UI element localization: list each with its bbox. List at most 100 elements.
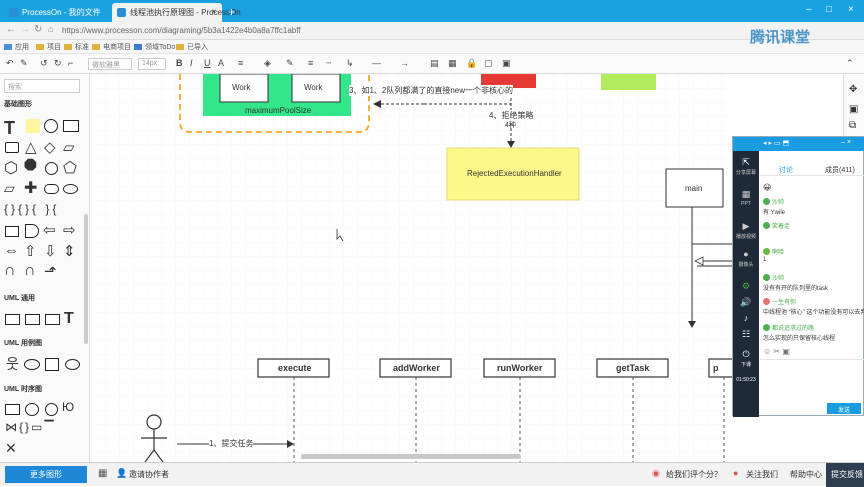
palette-scrollbar[interactable]	[84, 214, 88, 344]
delay-shape[interactable]	[25, 224, 39, 238]
note-shape[interactable]	[26, 119, 40, 133]
section-uml-sequence[interactable]: UML 时序图	[4, 384, 42, 394]
align-icon[interactable]: ≡	[238, 58, 243, 68]
section-basic-shapes[interactable]: 基础图形	[4, 99, 32, 109]
close-icon[interactable]: ×	[211, 7, 216, 16]
home-icon[interactable]: ⌂	[48, 24, 53, 34]
card-shape[interactable]	[5, 226, 19, 237]
control-shape[interactable]	[25, 403, 39, 416]
fill-color-icon[interactable]: ◈	[264, 58, 271, 69]
shape-search-input[interactable]: 搜索	[4, 79, 80, 93]
parallelogram-shape[interactable]: ▱	[63, 138, 75, 156]
line-width-icon[interactable]: ≡	[308, 58, 313, 68]
line-style-icon[interactable]: ┄	[326, 58, 331, 69]
tab-members[interactable]: 成员(411)	[825, 165, 855, 175]
music-icon[interactable]: ♪	[733, 313, 759, 323]
arrange-icon[interactable]: ▤	[430, 58, 439, 69]
share-screen-icon[interactable]: ⇱	[733, 157, 759, 168]
brace-shapes[interactable]: {}{}{ }{	[4, 202, 59, 216]
boundary-shape[interactable]: Ю	[62, 400, 74, 414]
triangle-shape[interactable]: △	[25, 138, 37, 156]
underline-button[interactable]: U	[204, 58, 211, 68]
nav-icons[interactable]: ◂ ▸ ▭ ⬒	[763, 139, 789, 147]
pentagon-shape[interactable]: ⬠	[63, 158, 77, 178]
window-close-icon[interactable]: ×	[848, 4, 854, 15]
reload-icon[interactable]: ↻	[34, 24, 42, 35]
italic-button[interactable]: I	[190, 58, 193, 68]
bookmark-folder[interactable]: 已导入	[176, 42, 208, 52]
history-icon[interactable]: ⧉	[849, 120, 856, 131]
oval-shape[interactable]	[63, 184, 78, 194]
follow-us-link[interactable]: 关注我们	[746, 469, 778, 480]
text-shape[interactable]: T	[4, 118, 15, 139]
tab-my-files[interactable]: ProcessOn - 我的文件	[4, 3, 109, 22]
layout-icon[interactable]: ▦	[98, 468, 107, 479]
invite-collaborator-link[interactable]: 邀请协作者	[129, 469, 169, 480]
uml-note-shape[interactable]	[45, 314, 60, 325]
font-family-select[interactable]: 微软雅黑	[88, 58, 132, 70]
bookmark-folder[interactable]: 电商项目	[92, 42, 131, 52]
chat-tools[interactable]: ☺ ✂ ▣	[763, 347, 790, 356]
navigator-icon[interactable]: ✥	[849, 84, 857, 95]
left-arrow-shape[interactable]: ⇦	[43, 221, 56, 239]
feedback-button[interactable]: 提交反馈	[826, 463, 864, 487]
cross-shape[interactable]: ✚	[24, 178, 37, 198]
forward-icon[interactable]: →	[20, 24, 30, 35]
uml-text-shape[interactable]: T	[64, 310, 74, 328]
undo-icon[interactable]: ↺	[40, 58, 48, 69]
collapse-icon[interactable]: ⌃	[846, 58, 854, 69]
bookmark-apps[interactable]: 应用	[4, 42, 29, 52]
corner-arrow-shape[interactable]: ⬏	[44, 262, 57, 280]
end-class-icon[interactable]: ⏻	[733, 349, 759, 360]
cloud-shape[interactable]	[44, 184, 59, 194]
bookmark-folder[interactable]: 项目	[36, 42, 61, 52]
image-icon[interactable]: ▣	[849, 104, 858, 115]
bookmark-folder[interactable]: 领域ToDo	[134, 42, 175, 52]
delete-icon[interactable]: ▣	[502, 58, 511, 69]
back-icon[interactable]: ←	[6, 24, 16, 35]
lifeline-shape[interactable]	[5, 404, 20, 415]
ellipse-shape[interactable]	[45, 162, 58, 175]
right-arrow-shape[interactable]: ⇨	[63, 221, 76, 239]
group-icon[interactable]: ▢	[484, 58, 493, 69]
line-type-icon[interactable]: —	[372, 58, 381, 68]
font-color-button[interactable]: A	[218, 58, 224, 68]
format-painter-icon[interactable]: ✎	[20, 58, 28, 69]
tab-diagram[interactable]: 线程池执行原理图 - ProcessOn ×	[112, 3, 241, 22]
down-arrow-shape[interactable]: ⇩	[44, 242, 57, 260]
vertical-arrow-shape[interactable]: ⇕	[63, 242, 76, 260]
font-size-select[interactable]: 14px	[138, 58, 166, 70]
maximize-icon[interactable]: □	[826, 4, 832, 15]
u-arrow-shape[interactable]: ∩	[24, 262, 36, 280]
sequence-shapes[interactable]: ⋈{}▭▔	[5, 420, 56, 434]
u-arrow-shape[interactable]: ∩	[4, 262, 16, 280]
mic-icon[interactable]: ⚙	[733, 281, 759, 292]
rect-shape[interactable]	[63, 120, 79, 132]
paint-icon[interactable]: ⌐	[68, 58, 73, 68]
bookmark-folder[interactable]: 标准	[64, 42, 89, 52]
new-tab-button[interactable]: +	[222, 1, 241, 20]
document-shape[interactable]: ⏥	[4, 180, 15, 197]
usecase-shape[interactable]	[24, 359, 40, 370]
system-shape[interactable]	[45, 358, 59, 371]
tab-discussion[interactable]: 讨论	[779, 165, 793, 175]
bold-button[interactable]: B	[176, 58, 183, 68]
speaker-icon[interactable]: 🔊	[733, 297, 759, 308]
arrow-icon[interactable]: →	[400, 58, 409, 68]
minimize-icon[interactable]: – ×	[841, 139, 851, 146]
diamond-shape[interactable]: ◇	[44, 138, 56, 156]
destroy-shape[interactable]: ✕	[5, 440, 17, 457]
uml-class-shape[interactable]	[5, 314, 20, 325]
send-button[interactable]: 发送	[827, 403, 861, 414]
usecase-shape[interactable]	[65, 359, 80, 370]
ppt-icon[interactable]: ▦	[733, 189, 759, 200]
connector-icon[interactable]: ↳	[346, 58, 354, 69]
align-shapes-icon[interactable]: ▦	[448, 58, 457, 69]
octagon-shape[interactable]: ⯃	[24, 158, 37, 176]
actor-shape[interactable]: 웃	[6, 354, 19, 374]
up-arrow-shape[interactable]: ⇧	[24, 242, 37, 260]
section-uml-usecase[interactable]: UML 用例图	[4, 338, 42, 348]
camera-icon[interactable]: ●	[733, 249, 759, 259]
lock-icon[interactable]: 🔒	[466, 58, 477, 69]
redo-icon[interactable]: ↻	[54, 58, 62, 69]
